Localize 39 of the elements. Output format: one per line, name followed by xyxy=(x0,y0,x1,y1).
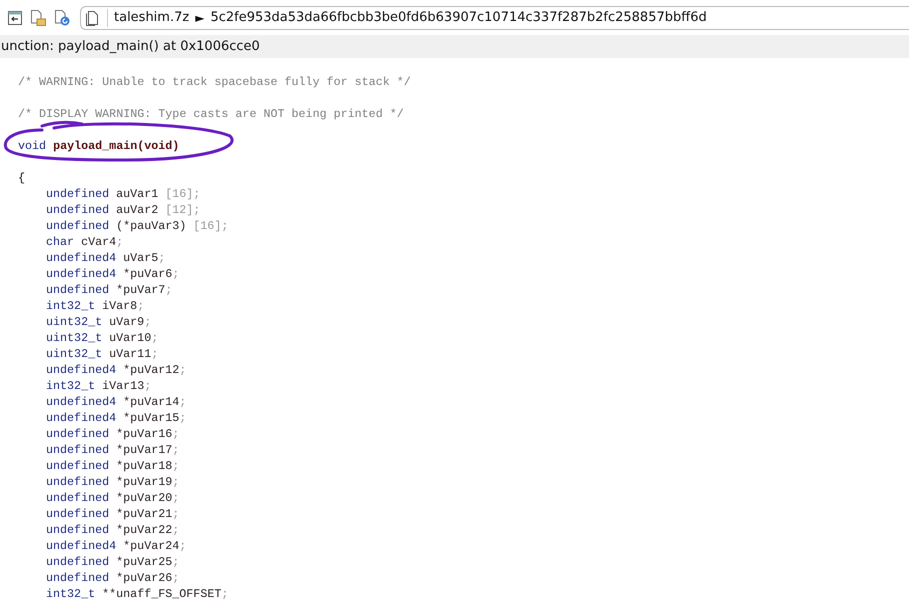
function-label: unction: payload_main() at 0x1006cce0 xyxy=(1,39,260,54)
code-comment: /* WARNING: Unable to track spacebase fully for stack */ xyxy=(18,75,411,89)
code-line: undefined4 *puVar15; xyxy=(46,411,186,425)
code-line: undefined *puVar16; xyxy=(46,427,180,441)
code-line: undefined4 uVar5; xyxy=(46,251,166,265)
code-line: undefined auVar2 [12]; xyxy=(46,203,200,217)
code-line: undefined4 *puVar24; xyxy=(46,539,186,553)
breadcrumb-item[interactable]: taleshim.7z xyxy=(114,10,190,25)
function-signature: void payload_main(void) xyxy=(18,139,180,153)
code-line: int32_t iVar13; xyxy=(46,379,152,393)
code-brace: { xyxy=(18,171,26,185)
code-line: undefined4 *puVar12; xyxy=(46,363,186,377)
code-line: undefined *puVar7; xyxy=(46,283,172,297)
code-line: int32_t iVar8; xyxy=(46,299,144,313)
code-line: undefined *puVar21; xyxy=(46,507,180,521)
code-line: uint32_t uVar9; xyxy=(46,315,152,329)
code-line: undefined *puVar17; xyxy=(46,443,180,457)
window-back-icon[interactable] xyxy=(8,10,22,24)
document-refresh-icon[interactable] xyxy=(54,10,70,26)
code-line: char cVar4; xyxy=(46,235,124,249)
code-line: undefined *puVar18; xyxy=(46,459,180,473)
code-line: uint32_t uVar11; xyxy=(46,347,158,361)
code-line: undefined *puVar26; xyxy=(46,571,180,585)
breadcrumb-field[interactable]: taleshim.7z ► 5c2fe953da53da66fbcbb3be0fd6b63907c10714c337f287b2fc258857bbff6d xyxy=(80,6,909,30)
code-line: uint32_t uVar10; xyxy=(46,331,158,345)
code-line: int32_t **unaff_FS_OFFSET; xyxy=(46,587,228,601)
code-line: undefined auVar1 [16]; xyxy=(46,187,200,201)
document-folder-icon[interactable] xyxy=(30,10,46,26)
code-line: undefined *puVar19; xyxy=(46,475,180,489)
page-icon xyxy=(85,10,101,26)
code-comment: /* DISPLAY WARNING: Type casts are NOT being printed */ xyxy=(18,107,404,121)
code-line: undefined *puVar22; xyxy=(46,523,180,537)
code-line: undefined *puVar20; xyxy=(46,491,180,505)
code-line: undefined4 *puVar14; xyxy=(46,395,186,409)
code-line: undefined4 *puVar6; xyxy=(46,267,180,281)
breadcrumb-separator: ► xyxy=(195,10,204,24)
code-line: undefined *puVar25; xyxy=(46,555,180,569)
code-line: undefined (*pauVar3) [16]; xyxy=(46,219,228,233)
breadcrumb-item[interactable]: 5c2fe953da53da66fbcbb3be0fd6b63907c10714c337f287b2fc258857bbff6d xyxy=(210,10,707,25)
